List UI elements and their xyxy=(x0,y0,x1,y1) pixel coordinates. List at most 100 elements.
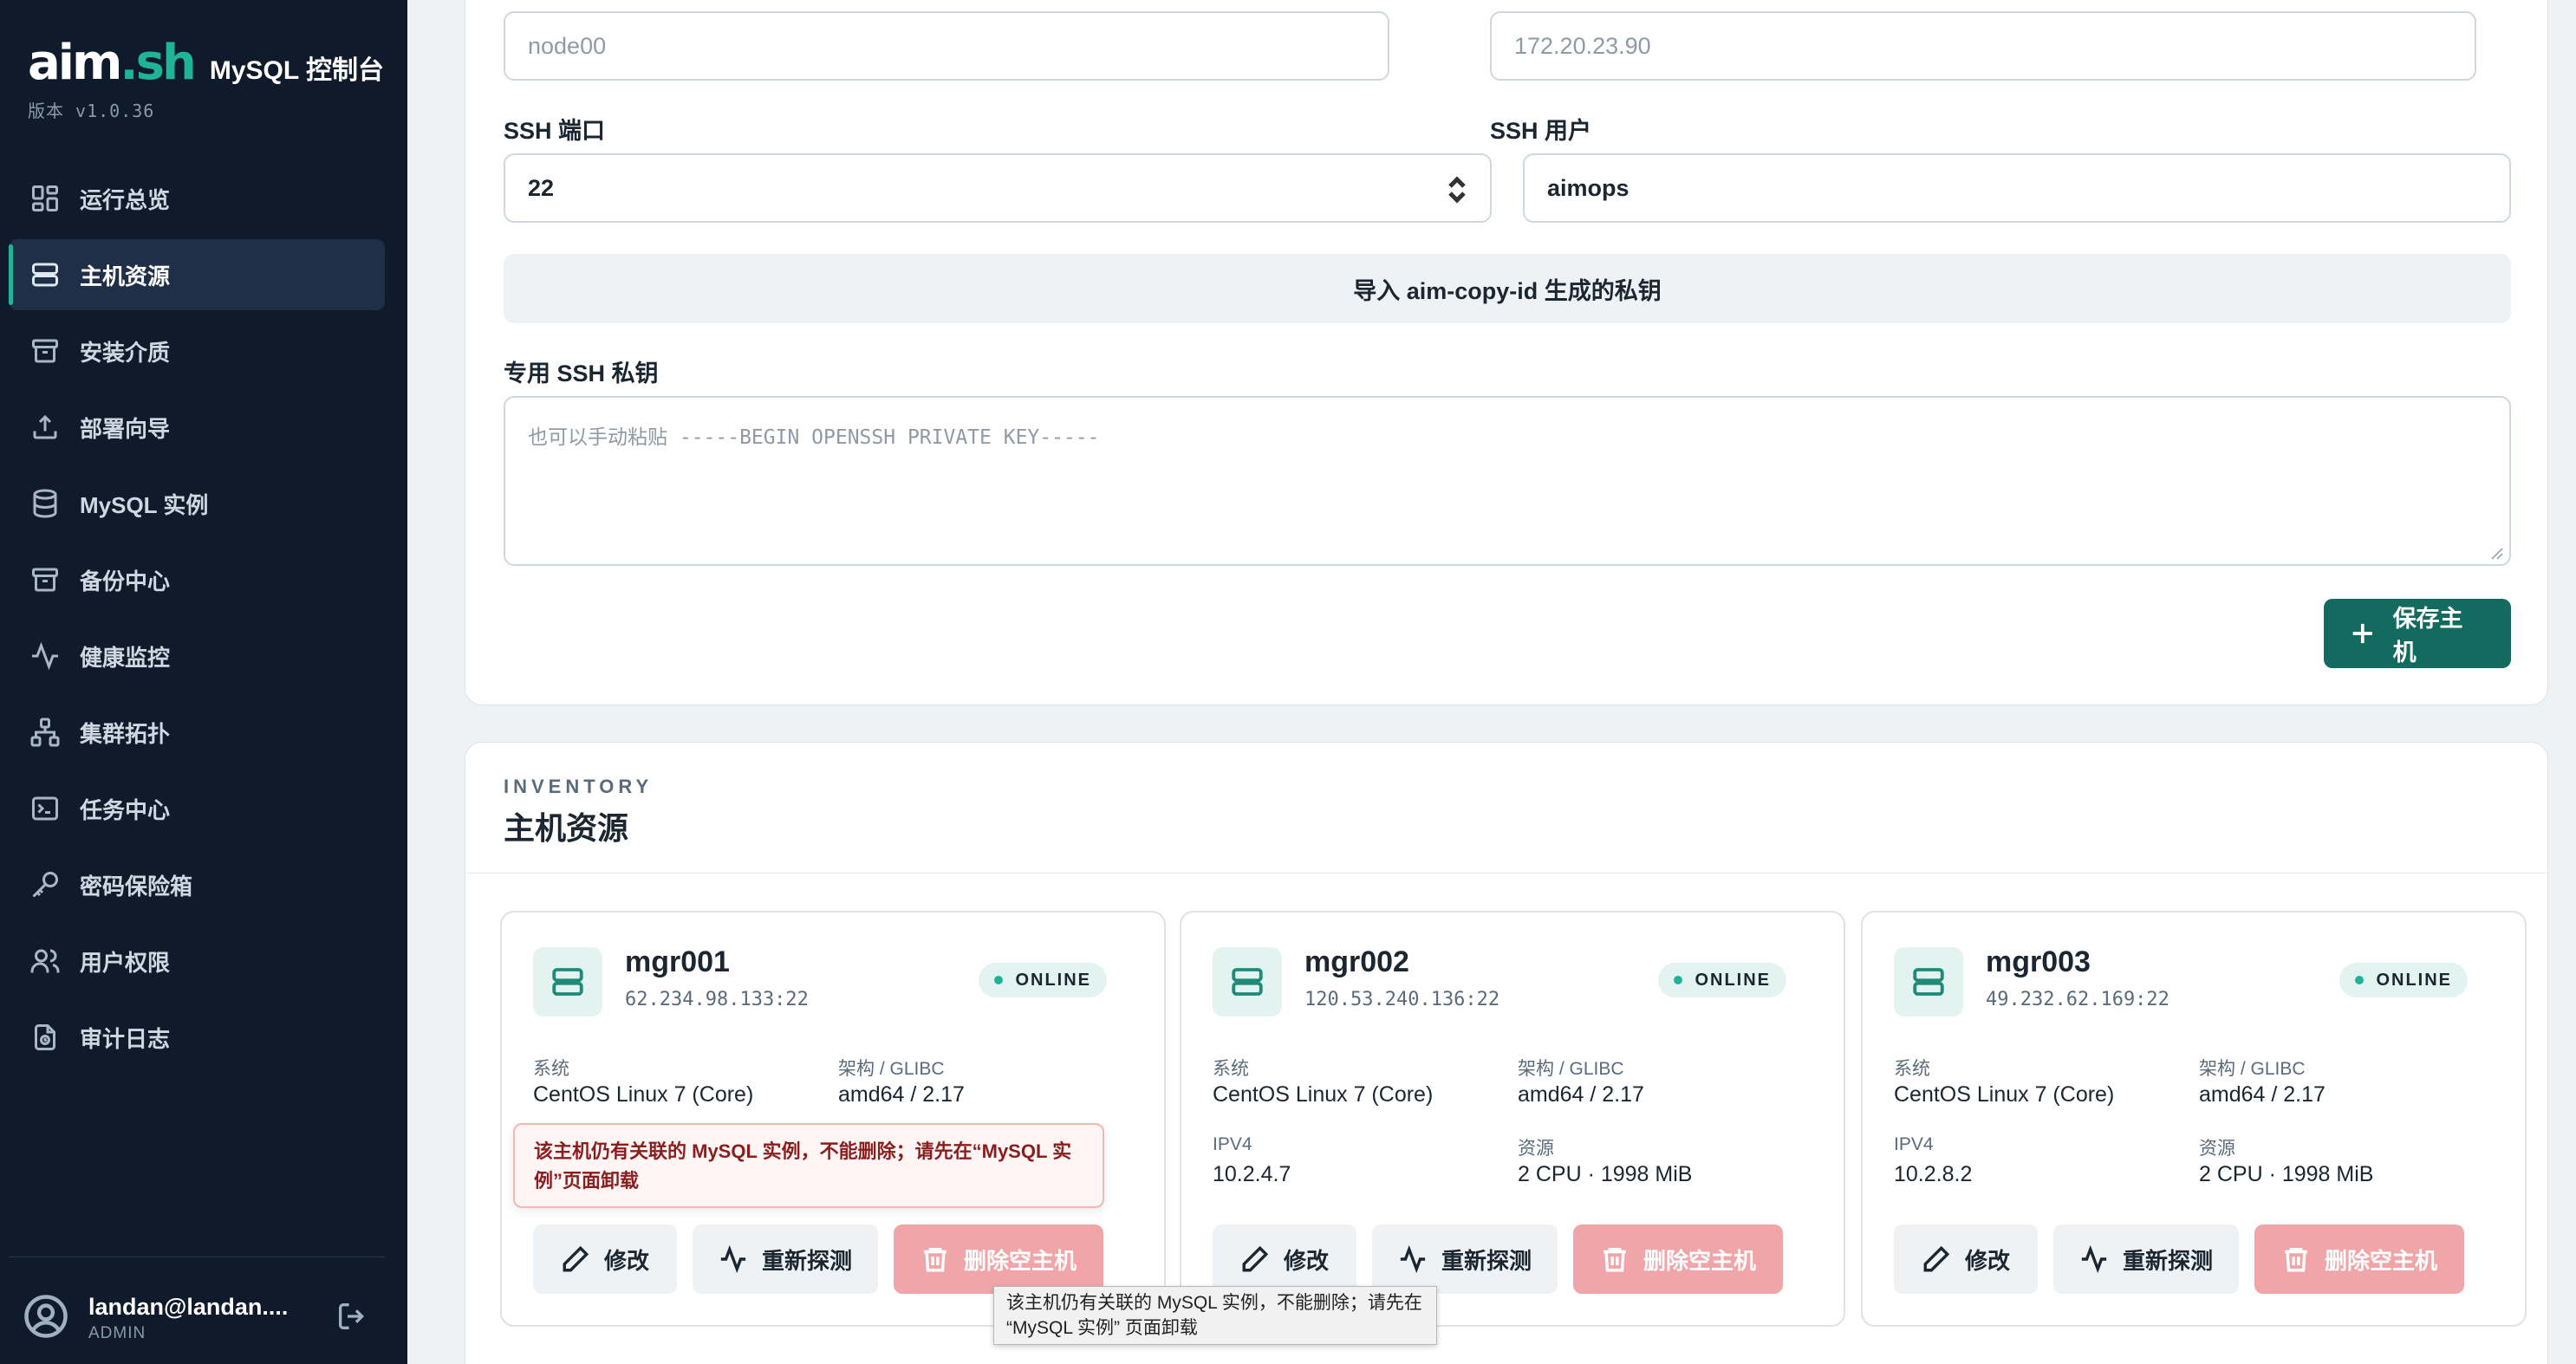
inventory-eyebrow: INVENTORY xyxy=(504,776,654,797)
sidebar-item-hosts[interactable]: 主机资源 xyxy=(9,239,385,310)
sidebar-item-label: 备份中心 xyxy=(80,568,171,594)
resources-value: 2 CPU · 1998 MiB xyxy=(1518,1162,1693,1186)
resize-grip-icon[interactable] xyxy=(2488,543,2504,560)
ssh-port-input[interactable]: 22 xyxy=(504,153,1492,223)
version-label: 版本 v1.0.36 xyxy=(28,101,155,121)
status-badge: ONLINE xyxy=(1658,963,1786,997)
edit-button[interactable]: 修改 xyxy=(1213,1224,1356,1294)
private-key-textarea[interactable]: 也可以手动粘贴 -----BEGIN OPENSSH PRIVATE KEY--… xyxy=(504,396,2511,566)
sidebar-item-packages[interactable]: 安装介质 xyxy=(9,315,385,386)
ipv4-value: 10.2.8.2 xyxy=(1894,1162,1973,1186)
sidebar-item-label: 部署向导 xyxy=(80,415,171,442)
edit-button[interactable]: 修改 xyxy=(1894,1224,2038,1294)
pencil-icon xyxy=(1923,1245,1950,1272)
server-icon xyxy=(28,257,62,292)
os-label: 系统 xyxy=(533,1059,569,1079)
user-profile[interactable]: landan@landan.... ADMIN xyxy=(23,1288,369,1348)
hostname-input[interactable]: node00 xyxy=(504,11,1389,81)
sidebar-item-label: 用户权限 xyxy=(80,949,171,976)
dashboard-icon xyxy=(28,181,62,216)
edit-button[interactable]: 修改 xyxy=(533,1224,677,1294)
status-badge: ONLINE xyxy=(2339,963,2468,997)
import-key-button[interactable]: 导入 aim-copy-id 生成的私钥 xyxy=(504,254,2511,323)
arch-label: 架构 / GLIBC xyxy=(2199,1059,2306,1079)
sidebar-item-users[interactable]: 用户权限 xyxy=(9,926,385,997)
delete-error-popup: 该主机仍有关联的 MySQL 实例，不能删除；请先在“MySQL 实例”页面卸载 xyxy=(513,1123,1104,1208)
resources-label: 资源 xyxy=(1518,1139,1554,1159)
activity-icon xyxy=(720,1244,746,1274)
sidebar-item-label: 运行总览 xyxy=(80,186,171,213)
os-value: CentOS Linux 7 (Core) xyxy=(1894,1082,2115,1107)
pencil-icon xyxy=(1242,1245,1269,1272)
sidebar-item-label: MySQL 实例 xyxy=(80,491,209,518)
logo: aim.sh xyxy=(28,35,197,91)
plus-icon xyxy=(2352,623,2372,644)
host-card: mgr002 120.53.240.136:22 ONLINE 系统 CentO… xyxy=(1180,911,1845,1327)
activity-icon xyxy=(1400,1244,1426,1274)
arch-value: amd64 / 2.17 xyxy=(1518,1082,1644,1107)
ipv4-label: IPV4 xyxy=(1213,1134,1252,1154)
delete-host-button[interactable]: 删除空主机 xyxy=(1573,1224,1783,1294)
trash-icon xyxy=(1603,1247,1626,1272)
archive-icon xyxy=(28,334,62,368)
host-name: mgr003 xyxy=(1986,945,2091,978)
user-role: ADMIN xyxy=(88,1323,146,1342)
reprobe-button[interactable]: 重新探测 xyxy=(2053,1224,2239,1294)
host-card: mgr003 49.232.62.169:22 ONLINE 系统 CentOS… xyxy=(1861,911,2527,1327)
reprobe-button[interactable]: 重新探测 xyxy=(1372,1224,1558,1294)
sidebar: aim.sh MySQL 控制台 版本 v1.0.36 运行总览 主机资源 安装… xyxy=(0,0,407,1364)
ssh-user-input[interactable]: aimops xyxy=(1523,153,2511,223)
inventory-divider xyxy=(465,873,2547,874)
delete-host-button[interactable]: 删除空主机 xyxy=(2254,1224,2464,1294)
server-icon xyxy=(1894,947,1963,1017)
sidebar-item-mysql[interactable]: MySQL 实例 xyxy=(9,468,385,539)
os-label: 系统 xyxy=(1894,1059,1930,1079)
reprobe-button[interactable]: 重新探测 xyxy=(693,1224,878,1294)
archive-icon xyxy=(28,562,62,597)
resources-label: 资源 xyxy=(2199,1139,2235,1159)
stepper-icon[interactable] xyxy=(1445,176,1469,210)
database-icon xyxy=(28,486,62,521)
app-title: MySQL 控制台 xyxy=(209,56,384,85)
os-value: CentOS Linux 7 (Core) xyxy=(533,1082,754,1107)
sidebar-item-overview[interactable]: 运行总览 xyxy=(9,163,385,234)
ssh-port-label: SSH 端口 xyxy=(504,118,606,144)
sidebar-item-label: 密码保险箱 xyxy=(80,873,193,900)
arch-value: amd64 / 2.17 xyxy=(838,1082,965,1107)
sidebar-item-health[interactable]: 健康监控 xyxy=(9,620,385,692)
arch-label: 架构 / GLIBC xyxy=(1518,1059,1624,1079)
sidebar-item-label: 任务中心 xyxy=(80,796,171,823)
activity-icon xyxy=(2081,1244,2107,1274)
sidebar-item-tasks[interactable]: 任务中心 xyxy=(9,773,385,844)
sidebar-item-vault[interactable]: 密码保险箱 xyxy=(9,849,385,920)
user-name: landan@landan.... xyxy=(88,1293,289,1320)
delete-host-button[interactable]: 删除空主机 xyxy=(894,1224,1103,1294)
sidebar-item-backup[interactable]: 备份中心 xyxy=(9,544,385,615)
sidebar-item-label: 主机资源 xyxy=(80,263,171,289)
logout-icon[interactable] xyxy=(335,1299,369,1338)
trash-icon xyxy=(2285,1247,2307,1272)
private-key-label: 专用 SSH 私钥 xyxy=(504,360,659,386)
upload-icon xyxy=(28,410,62,445)
sidebar-item-topology[interactable]: 集群拓扑 xyxy=(9,697,385,768)
brand[interactable]: aim.sh MySQL 控制台 xyxy=(28,35,384,91)
host-address: 120.53.240.136:22 xyxy=(1304,989,1500,1010)
user-avatar-icon xyxy=(23,1293,69,1344)
host-name: mgr002 xyxy=(1304,945,1409,978)
server-icon xyxy=(1213,947,1282,1017)
sidebar-item-deploy[interactable]: 部署向导 xyxy=(9,392,385,463)
save-host-button[interactable]: 保存主机 xyxy=(2324,599,2511,668)
os-label: 系统 xyxy=(1213,1059,1249,1079)
ip-input[interactable]: 172.20.23.90 xyxy=(1490,11,2476,81)
topology-icon xyxy=(28,715,62,750)
host-address: 49.232.62.169:22 xyxy=(1986,989,2169,1010)
sidebar-item-label: 安装介质 xyxy=(80,339,171,366)
ipv4-value: 10.2.4.7 xyxy=(1213,1162,1291,1186)
host-address: 62.234.98.133:22 xyxy=(625,989,809,1010)
sidebar-nav: 运行总览 主机资源 安装介质 部署向导 MySQL 实例 备份中心 健康监控 集… xyxy=(9,163,385,1078)
sidebar-item-audit[interactable]: 审计日志 xyxy=(9,1002,385,1073)
pencil-icon xyxy=(563,1245,589,1272)
activity-icon xyxy=(28,639,62,673)
sidebar-item-label: 健康监控 xyxy=(80,644,171,671)
host-card: mgr001 62.234.98.133:22 ONLINE 系统 CentOS… xyxy=(500,911,1166,1327)
